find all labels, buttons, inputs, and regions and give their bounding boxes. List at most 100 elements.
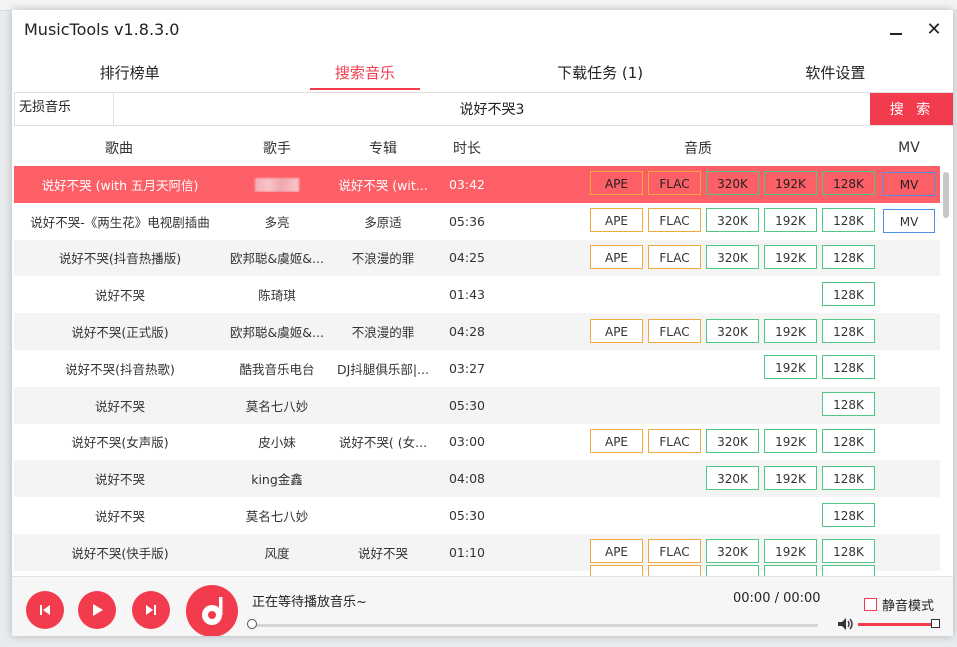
play-button[interactable] (78, 591, 116, 629)
previous-button[interactable] (26, 591, 64, 629)
singer-name: king金鑫 (251, 472, 303, 488)
quality-192k-button[interactable]: 192K (764, 428, 817, 453)
close-button[interactable]: ✕ (915, 10, 953, 48)
quality-320k-button[interactable]: 320K (706, 539, 759, 564)
play-icon (93, 604, 103, 616)
quality-192k-button[interactable]: 192K (764, 208, 817, 233)
quality-ape-button[interactable]: APE (590, 171, 643, 196)
quality-192k-button[interactable]: 192K (764, 539, 817, 564)
mv-cell: MV (880, 209, 938, 234)
quality-128k-button[interactable]: 128K (822, 318, 875, 343)
quality-128k-button[interactable]: 128K (822, 539, 875, 564)
volume-slider[interactable] (858, 619, 940, 628)
minimize-button[interactable] (877, 10, 915, 48)
mv-button[interactable]: MV (883, 209, 935, 234)
quality-flac-button[interactable]: FLAC (648, 171, 701, 196)
singer-name: 莫名七八妙 (245, 509, 309, 525)
album-name: 多原适 (364, 214, 402, 230)
next-button[interactable] (132, 591, 170, 629)
table-row[interactable]: 说好不哭(女声版) 皮小妹 说好不哭( (女... 03:00 APE FLAC… (14, 424, 940, 461)
search-bar: 无损音乐 搜 索 (14, 92, 953, 126)
quality-128k-button[interactable]: 128K (822, 208, 875, 233)
quality-flac-button[interactable]: FLAC (648, 208, 701, 233)
progress-handle[interactable] (247, 619, 257, 629)
table-header: 歌曲 歌手 专辑 时长 音质 MV (12, 130, 953, 166)
song-title: 说好不哭(快手版) (71, 545, 169, 561)
duration: 04:28 (448, 324, 486, 340)
scrollbar-thumb[interactable] (943, 172, 949, 218)
quality-128k-button[interactable]: 128K (822, 244, 875, 269)
quality-320k-button[interactable]: 320K (706, 428, 759, 453)
table-row[interactable]: 说好不哭-《两生花》电视剧插曲 多亮 多原适 05:36 APE FLAC 32… (14, 203, 940, 240)
quality-ape-button[interactable]: APE (590, 428, 643, 453)
blurred-singer (255, 178, 299, 193)
tab-rankings[interactable]: 排行榜单 (12, 58, 247, 92)
song-title: 说好不哭(抖音热播版) (58, 251, 182, 267)
quality-320k-button[interactable] (706, 565, 759, 576)
quality-192k-button[interactable]: 192K (764, 465, 817, 490)
album-cover-disc[interactable] (186, 585, 238, 636)
table-row[interactable]: 说好不哭 king金鑫 04:08 320K 192K 128K (14, 460, 940, 498)
quality-cell: 192K 128K (496, 350, 880, 387)
quality-128k-button[interactable]: 128K (822, 281, 875, 306)
quality-320k-button[interactable]: 320K (706, 171, 759, 196)
music-note-icon (202, 597, 223, 625)
quality-cell: APE FLAC 320K 192K 128K (496, 166, 880, 203)
duration: 01:10 (448, 544, 486, 560)
results-scrollbar[interactable] (941, 166, 951, 576)
source-selector[interactable]: 无损音乐 (15, 93, 114, 125)
quality-192k-button[interactable]: 192K (764, 244, 817, 269)
tab-downloads[interactable]: 下载任务 (1) (483, 58, 718, 92)
quality-320k-button[interactable]: 320K (706, 465, 759, 490)
mute-checkbox[interactable] (864, 598, 877, 611)
volume-icon[interactable] (837, 617, 855, 635)
table-row[interactable]: 说好不哭(抖音热歌) 酷我音乐电台 DJ抖腿俱乐部|... 03:27 192K… (14, 350, 940, 387)
quality-flac-button[interactable]: FLAC (648, 428, 701, 453)
now-playing-status: 正在等待播放音乐~ (252, 595, 367, 610)
tab-search[interactable]: 搜索音乐 (247, 58, 482, 92)
quality-192k-button[interactable]: 192K (764, 171, 817, 196)
quality-ape-button[interactable] (590, 565, 643, 576)
quality-cell: 128K (496, 387, 880, 424)
table-row[interactable]: 说好不哭 陈琦琪 01:43 128K (14, 276, 940, 313)
quality-ape-button[interactable]: APE (590, 208, 643, 233)
search-input[interactable] (114, 93, 870, 125)
tab-settings[interactable]: 软件设置 (718, 58, 953, 92)
table-row[interactable]: 说好不哭 莫名七八妙 05:30 128K (14, 497, 940, 534)
header-album: 专辑 (369, 141, 397, 157)
song-title: 说好不哭(女声版) (71, 435, 169, 451)
quality-flac-button[interactable]: FLAC (648, 318, 701, 343)
quality-192k-button[interactable] (764, 565, 817, 576)
quality-128k-button[interactable]: 128K (822, 502, 875, 527)
quality-128k-button[interactable] (822, 565, 875, 576)
mute-toggle[interactable]: 静音模式 (864, 595, 934, 614)
volume-handle[interactable] (931, 619, 940, 628)
progress-slider[interactable] (247, 619, 818, 629)
quality-ape-button[interactable]: APE (590, 539, 643, 564)
quality-128k-button[interactable]: 128K (822, 428, 875, 453)
mv-button[interactable]: MV (883, 172, 935, 197)
quality-320k-button[interactable]: 320K (706, 208, 759, 233)
quality-flac-button[interactable]: FLAC (648, 244, 701, 269)
quality-128k-button[interactable]: 128K (822, 465, 875, 490)
quality-flac-button[interactable]: FLAC (648, 539, 701, 564)
table-row[interactable]: 说好不哭 (with 五月天阿信) 说好不哭 (wit... 03:42 APE… (14, 166, 940, 203)
table-row[interactable]: 说好不哭 莫名七八妙 05:30 128K (14, 386, 940, 424)
quality-flac-button[interactable] (648, 565, 701, 576)
search-button[interactable]: 搜 索 (870, 93, 953, 125)
quality-128k-button[interactable]: 128K (822, 171, 875, 196)
quality-ape-button[interactable]: APE (590, 318, 643, 343)
quality-320k-button[interactable]: 320K (706, 244, 759, 269)
singer-name: 皮小妹 (258, 435, 296, 451)
quality-128k-button[interactable]: 128K (822, 355, 875, 380)
table-row[interactable]: 说好不哭(抖音热播版) 欧邦聪&虞姬&... 不浪漫的罪 04:25 APE F… (14, 239, 940, 277)
quality-ape-button[interactable]: APE (590, 244, 643, 269)
quality-320k-button[interactable]: 320K (706, 318, 759, 343)
header-song: 歌曲 (105, 141, 133, 157)
quality-cell: APE FLAC 320K 192K 128K (496, 240, 880, 277)
table-row[interactable]: 说好不哭(正式版) 欧邦聪&虞姬&... 不浪漫的罪 04:28 APE FLA… (14, 313, 940, 350)
song-title: 说好不哭 (94, 509, 145, 525)
quality-192k-button[interactable]: 192K (764, 355, 817, 380)
quality-192k-button[interactable]: 192K (764, 318, 817, 343)
quality-128k-button[interactable]: 128K (822, 392, 875, 417)
